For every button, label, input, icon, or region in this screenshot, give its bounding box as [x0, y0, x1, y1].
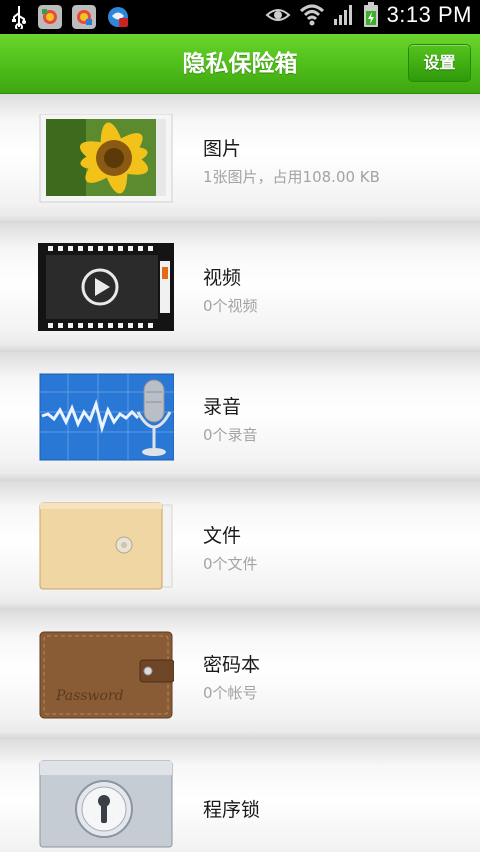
- wallet-text: Password: [55, 688, 124, 704]
- list-item-passwords[interactable]: Password 密码本 0个帐号: [0, 610, 480, 739]
- vault-category-list: 图片 1张图片，占用108.00 KB 视频 0个视频 录音 0个录音 文件 0…: [0, 94, 480, 852]
- item-title: 文件: [203, 525, 242, 547]
- item-detail: 1张图片，占用108.00 KB: [203, 168, 380, 186]
- wallet-icon: Password: [39, 631, 174, 719]
- eye-icon: [265, 9, 291, 21]
- status-bar: 3:13 PM: [0, 0, 480, 34]
- item-title: 录音: [203, 396, 242, 418]
- app-notification-icon: [38, 5, 62, 29]
- list-item-recordings[interactable]: 录音 0个录音: [0, 352, 480, 481]
- item-title: 图片: [203, 138, 242, 160]
- app-notification-icon: [72, 5, 96, 29]
- list-item-files[interactable]: 文件 0个文件: [0, 481, 480, 610]
- list-item-app-lock[interactable]: 程序锁: [0, 739, 480, 852]
- item-title: 视频: [203, 267, 242, 289]
- battery-icon: [363, 2, 378, 27]
- microphone-icon: [39, 373, 174, 461]
- item-detail: 0个录音: [203, 426, 258, 444]
- item-title: 密码本: [203, 654, 261, 676]
- list-item-videos[interactable]: 视频 0个视频: [0, 223, 480, 352]
- item-detail: 0个文件: [203, 555, 258, 573]
- item-title: 程序锁: [203, 799, 261, 821]
- app-notification-icon: [108, 7, 128, 27]
- settings-button[interactable]: 设置: [408, 44, 471, 82]
- signal-icon: [333, 5, 352, 25]
- photo-sunflower-icon: [39, 114, 173, 203]
- title-bar: 隐私保险箱 设置: [0, 34, 480, 94]
- lock-icon: [39, 760, 173, 848]
- list-item-photos[interactable]: 图片 1张图片，占用108.00 KB: [0, 94, 480, 223]
- video-film-icon: [38, 243, 174, 331]
- item-detail: 0个视频: [203, 297, 258, 315]
- item-detail: 0个帐号: [203, 684, 258, 702]
- wifi-icon: [299, 4, 324, 26]
- folder-envelope-icon: [39, 502, 173, 590]
- clock: 3:13 PM: [386, 2, 472, 27]
- usb-icon: [12, 6, 26, 29]
